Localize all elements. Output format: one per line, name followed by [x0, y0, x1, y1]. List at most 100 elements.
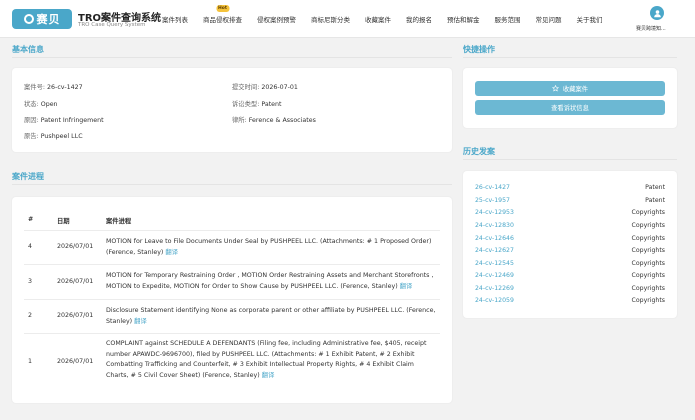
nav-label: 服务范围 [494, 16, 521, 24]
case-number-label: 案件号: [24, 84, 46, 91]
filed-date-label: 提交时间: [232, 84, 260, 91]
law-firm-field: 律所: Ference & Associates [232, 115, 316, 124]
user-icon [653, 9, 661, 17]
nav-label: 我的报名 [406, 16, 432, 24]
nav-services[interactable]: 服务范围 [495, 14, 521, 24]
history-case-link[interactable]: 24-cv-12545 [475, 260, 514, 267]
history-case-link[interactable]: 26-cv-1427 [475, 184, 510, 191]
table-row: Disclosure Statement identifying None as… [106, 306, 438, 327]
nav-label: 侵权案例预警 [257, 16, 296, 24]
nav-case-list[interactable]: 案件列表 [162, 14, 188, 24]
user-avatar[interactable] [650, 6, 664, 20]
history-case-link[interactable]: 24-cv-12830 [475, 222, 514, 229]
brand-subtitle: TRO Case Query System [78, 22, 146, 28]
row-progress-text: MOTION for Temporary Restraining Order ,… [106, 272, 434, 290]
nav-label: 案件列表 [162, 16, 188, 24]
hot-badge: Hot [215, 5, 230, 12]
nav-faq[interactable]: 常见问题 [536, 14, 562, 24]
list-item: 24-cv-12059 Copyrights [475, 297, 665, 304]
history-case-type: Copyrights [631, 272, 665, 279]
view-complaint-button[interactable]: 查看诉状信息 [475, 100, 665, 115]
nav-settlement-estimate[interactable]: 预估和解金 [447, 14, 480, 24]
row-divider [24, 333, 440, 334]
case-type-field: 诉讼类型: Patent [232, 99, 282, 108]
filed-date-field: 提交时间: 2026-07-01 [232, 82, 298, 91]
cause-field: 原因: Patent Infringement [24, 115, 104, 124]
history-title: 历史发案 [463, 147, 495, 156]
row-date: 2026/07/01 [57, 358, 94, 365]
history-case-link[interactable]: 24-cv-12646 [475, 235, 514, 242]
nav-favorites[interactable]: 收藏案件 [365, 14, 391, 24]
list-item: 24-cv-12269 Copyrights [475, 285, 665, 292]
law-firm-label: 律所: [232, 117, 247, 124]
nav-about[interactable]: 关于我们 [577, 14, 603, 24]
nav-label: 收藏案件 [365, 16, 391, 24]
history-card [463, 171, 677, 318]
history-case-type: Copyrights [631, 297, 665, 304]
history-case-link[interactable]: 24-cv-12469 [475, 272, 514, 279]
row-date: 2026/07/01 [57, 278, 94, 285]
history-case-link[interactable]: 24-cv-12269 [475, 285, 514, 292]
table-row: COMPLAINT against SCHEDULE A DEFENDANTS … [106, 339, 438, 381]
row-progress-text: Disclosure Statement identifying None as… [106, 307, 436, 325]
top-navigation-bar: 赛贝 TRO案件查询系统 TRO Case Query System 案件列表 … [0, 0, 695, 38]
history-case-link[interactable]: 25-cv-1957 [475, 197, 510, 204]
nav-label: 关于我们 [576, 16, 603, 24]
nav-product-check[interactable]: Hot 商品侵权排查 [203, 5, 242, 24]
brand-logo[interactable]: 赛贝 [12, 9, 72, 29]
quick-actions-title: 快捷操作 [463, 45, 495, 54]
translate-link[interactable]: 翻译 [165, 249, 178, 256]
law-firm-value: Ference & Associates [248, 117, 316, 124]
case-type-label: 诉讼类型: [232, 101, 260, 108]
list-item: 26-cv-1427 Patent [475, 184, 665, 191]
view-complaint-label: 查看诉状信息 [551, 105, 589, 112]
row-number: 2 [28, 312, 33, 319]
nav-infringement-alert[interactable]: 侵权案例预警 [257, 14, 296, 24]
row-number: 1 [28, 358, 33, 365]
list-item: 24-cv-12627 Copyrights [475, 247, 665, 254]
row-divider [24, 299, 440, 300]
filed-date-value: 2026-07-01 [261, 84, 298, 91]
translate-link[interactable]: 翻译 [262, 372, 275, 379]
table-row: MOTION for Leave to File Documents Under… [106, 237, 438, 258]
basic-info-title: 基本信息 [12, 45, 44, 54]
row-number: 4 [28, 243, 33, 250]
history-case-link[interactable]: 24-cv-12627 [475, 247, 514, 254]
history-case-link[interactable]: 24-cv-12059 [475, 297, 514, 304]
logo-icon [23, 14, 34, 24]
status-value: Open [40, 101, 58, 108]
row-number: 3 [28, 278, 33, 285]
case-type-value: Patent [261, 101, 282, 108]
row-date: 2026/07/01 [57, 312, 94, 319]
user-name[interactable]: 赛贝跨境知... [636, 25, 666, 32]
quick-actions-card [463, 68, 677, 128]
translate-link[interactable]: 翻译 [134, 318, 147, 325]
favorite-case-button[interactable]: 收藏案件 [475, 81, 665, 96]
history-case-type: Copyrights [631, 260, 665, 267]
section-divider [12, 57, 452, 58]
table-row: MOTION for Temporary Restraining Order ,… [106, 271, 438, 292]
basic-info-card: 案件号: 26-cv-1427 提交时间: 2026-07-01 状态: Ope… [12, 68, 452, 152]
row-progress-text: MOTION for Leave to File Documents Under… [106, 238, 432, 256]
nav-nice-classification[interactable]: 商标尼斯分类 [311, 14, 350, 24]
status-label: 状态: [24, 101, 39, 108]
nav-label: 商品侵权排查 [203, 16, 242, 24]
translate-link[interactable]: 翻译 [400, 283, 413, 290]
history-case-link[interactable]: 24-cv-12953 [475, 209, 514, 216]
list-item: 24-cv-12830 Copyrights [475, 222, 665, 229]
list-item: 24-cv-12469 Copyrights [475, 272, 665, 279]
nav-my-registrations[interactable]: 我的报名 [406, 14, 432, 24]
plaintiff-label: 原告: [24, 133, 39, 140]
list-item: 24-cv-12953 Copyrights [475, 209, 665, 216]
case-number-field: 案件号: 26-cv-1427 [24, 82, 83, 91]
nav-label: 预估和解金 [447, 16, 480, 24]
list-item: 24-cv-12545 Copyrights [475, 260, 665, 267]
plaintiff-field: 原告: Pushpeel LLC [24, 131, 83, 140]
favorite-case-label: 收藏案件 [562, 86, 589, 93]
row-divider [24, 230, 440, 231]
column-header-date: 日期 [57, 218, 70, 225]
history-case-type: Copyrights [631, 247, 665, 254]
history-case-type: Copyrights [631, 235, 665, 242]
column-header-no: # [28, 216, 34, 223]
nav-label: 常见问题 [535, 16, 562, 24]
